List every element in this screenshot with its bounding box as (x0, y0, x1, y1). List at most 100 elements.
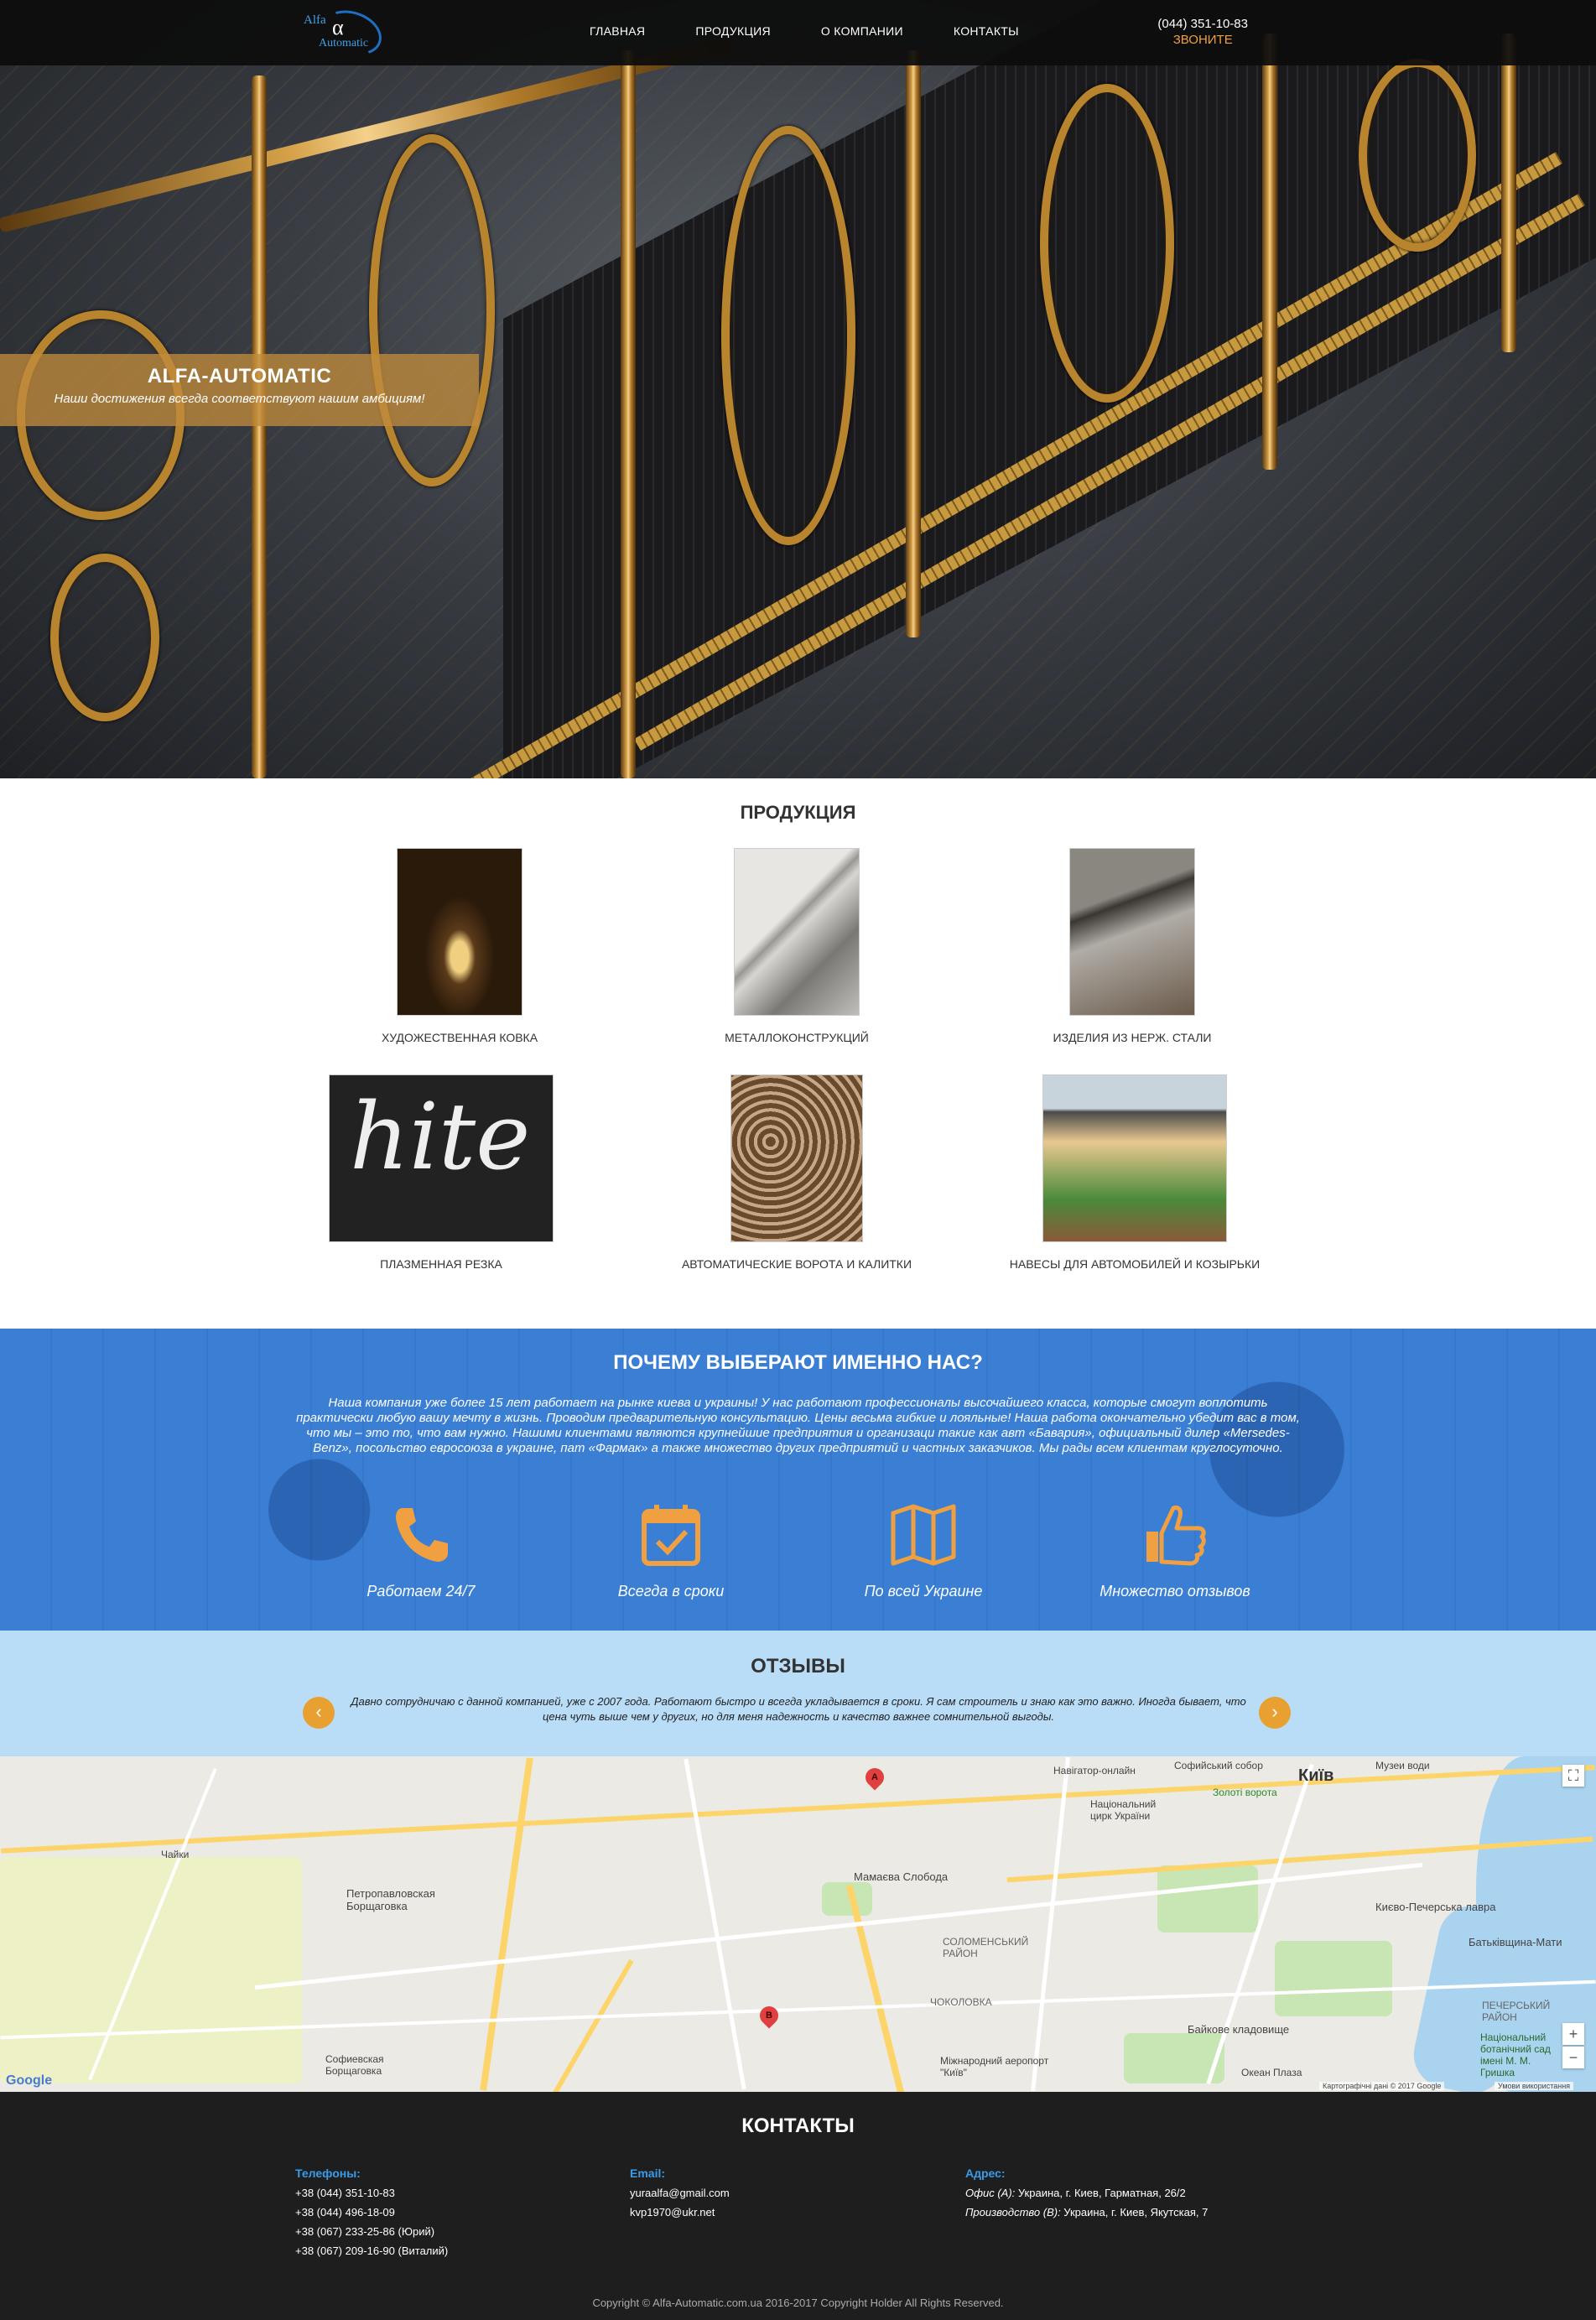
baluster (906, 50, 921, 637)
address-b-label: Производство (В): (965, 2206, 1061, 2219)
map-zoom-out-button[interactable]: − (1562, 2047, 1584, 2068)
site-header: Alfa α Automatic ГЛАВНАЯ ПРОДУКЦИЯ О КОМ… (0, 0, 1596, 65)
address-heading: Адрес: (965, 2167, 1006, 2180)
map-fullscreen-button[interactable]: ⛶ (1562, 1765, 1584, 1787)
baluster (252, 75, 267, 778)
map-pin-label: B (766, 2010, 772, 2021)
nav-contacts[interactable]: КОНТАКТЫ (954, 24, 1019, 38)
map-highway (480, 1757, 533, 2091)
footer-address: Адрес: Офис (А): Украина, г. Киев, Гарма… (965, 2164, 1208, 2222)
calendar-check-icon (642, 1505, 700, 1566)
feature-label: По всей Украине (864, 1583, 983, 1600)
review-text: Давно сотрудничаю с данной компанией, уж… (351, 1695, 1246, 1723)
why-us-text: Наша компания уже более 15 лет работает … (296, 1396, 1300, 1455)
feature-item: По всей Украине (831, 1503, 1016, 1600)
product-image[interactable] (397, 848, 522, 1016)
logo-text-automatic: Automatic (319, 37, 369, 49)
feature-item: Множество отзывов (1083, 1503, 1267, 1600)
map-road (1031, 1756, 1070, 2092)
map-park (1275, 1941, 1392, 2016)
feature-item: Работаем 24/7 (329, 1503, 513, 1600)
hero-banner: ALFA-AUTOMATIC Наши достижения всегда со… (0, 0, 1596, 778)
map-highway (545, 1958, 634, 2092)
map-label: Батьківщина-Мати (1469, 1936, 1562, 1948)
map-label: Софийський собор (1174, 1760, 1263, 1771)
feature-label: Всегда в сроки (617, 1583, 725, 1600)
product-image[interactable] (734, 848, 860, 1016)
nav-about[interactable]: О КОМПАНИИ (821, 24, 903, 38)
map-label: Міжнародний аеропорт "Київ" (940, 2055, 1049, 2078)
phone-line[interactable]: +38 (044) 496-18-09 (295, 2203, 448, 2222)
phone-line[interactable]: +38 (067) 209-16-90 (Виталий) (295, 2241, 448, 2260)
map-label: Чайки (161, 1849, 190, 1860)
map-label: Навігатор-онлайн (1053, 1765, 1136, 1776)
product-label[interactable]: ХУДОЖЕСТВЕННАЯ КОВКА (334, 1031, 585, 1044)
product-image[interactable] (1069, 848, 1195, 1016)
header-phone[interactable]: (044) 351-10-83 ЗВОНИТЕ (1157, 17, 1248, 47)
footer-phones: Телефоны: +38 (044) 351-10-83 +38 (044) … (295, 2164, 448, 2260)
map-highway (1, 1765, 1595, 1854)
phone-number[interactable]: (044) 351-10-83 (1157, 17, 1248, 31)
product-card[interactable]: НАВЕСЫ ДЛЯ АВТОМОБИЛЕЙ И КОЗЫРЬКИ (1009, 1074, 1261, 1271)
ornament-scroll (50, 554, 159, 721)
phone-line[interactable]: +38 (044) 351-10-83 (295, 2183, 448, 2203)
nav-home[interactable]: ГЛАВНАЯ (590, 24, 645, 38)
products-section: ПРОДУКЦИЯ ХУДОЖЕСТВЕННАЯ КОВКА МЕТАЛЛОКО… (0, 778, 1596, 1329)
map-label: Океан Плаза (1241, 2067, 1302, 2078)
hero-subtitle: Наши достижения всегда соответствуют наш… (54, 392, 425, 406)
reviews-prev-button[interactable]: ‹ (303, 1697, 335, 1729)
map-pin-label: A (871, 1772, 878, 1782)
baluster (621, 50, 636, 778)
products-title: ПРОДУКЦИЯ (740, 802, 856, 823)
product-label[interactable]: НАВЕСЫ ДЛЯ АВТОМОБИЛЕЙ И КОЗЫРЬКИ (1009, 1257, 1261, 1271)
main-nav: ГЛАВНАЯ ПРОДУКЦИЯ О КОМПАНИИ КОНТАКТЫ (590, 24, 1069, 38)
ornament-scroll (1040, 84, 1174, 403)
address-line-b: Производство (В): Украина, г. Киев, Якут… (965, 2203, 1208, 2222)
product-card[interactable]: МЕТАЛЛОКОНСТРУКЦИЙ (671, 848, 923, 1044)
footer: КОНТАКТЫ Телефоны: +38 (044) 351-10-83 +… (0, 2092, 1596, 2320)
ornament-scroll (721, 126, 855, 545)
nav-products[interactable]: ПРОДУКЦИЯ (695, 24, 771, 38)
baluster (1501, 34, 1516, 352)
call-label[interactable]: ЗВОНИТЕ (1157, 33, 1248, 47)
product-card[interactable]: hite ПЛАЗМЕННАЯ РЕЗКА (315, 1074, 567, 1271)
email-link[interactable]: kvp1970@ukr.net (630, 2203, 730, 2222)
product-label[interactable]: ПЛАЗМЕННАЯ РЕЗКА (315, 1257, 567, 1271)
map-terms-link[interactable]: Умови використання (1495, 2082, 1574, 2090)
map-area (0, 1857, 302, 2083)
logo[interactable]: Alfa α Automatic (302, 3, 388, 63)
product-label[interactable]: АВТОМАТИЧЕСКИЕ ВОРОТА И КАЛИТКИ (671, 1257, 923, 1271)
ornament-scroll (369, 134, 495, 486)
hero-badge: ALFA-AUTOMATIC Наши достижения всегда со… (0, 354, 479, 426)
feature-label: Работаем 24/7 (367, 1583, 476, 1600)
google-map[interactable]: Київ Навігатор-онлайн Софийський собор М… (0, 1756, 1596, 2092)
map-label: Національний ботанічний сад імені М. М. … (1480, 2031, 1551, 2078)
google-logo: Google (6, 2073, 53, 2088)
email-heading: Email: (630, 2167, 666, 2180)
logo-text-alfa: Alfa (304, 13, 326, 27)
logo-swoosh (316, 3, 388, 63)
product-card[interactable]: ХУДОЖЕСТВЕННАЯ КОВКА (334, 848, 585, 1044)
phone-line[interactable]: +38 (067) 233-25-86 (Юрий) (295, 2222, 448, 2241)
map-label: Байкове кладовище (1188, 2023, 1290, 2036)
product-image[interactable] (730, 1074, 863, 1242)
product-image[interactable]: hite (329, 1074, 554, 1242)
map-zoom-in-button[interactable]: + (1562, 2023, 1584, 2045)
map-pin-a[interactable]: A (861, 1764, 888, 1791)
product-image-text: hite (350, 1083, 531, 1190)
baluster (1262, 34, 1277, 470)
map-pin-b[interactable]: B (756, 2002, 782, 2029)
product-card[interactable]: АВТОМАТИЧЕСКИЕ ВОРОТА И КАЛИТКИ (671, 1074, 923, 1271)
product-label[interactable]: ИЗДЕЛИЯ ИЗ НЕРЖ. СТАЛИ (1006, 1031, 1258, 1044)
email-link[interactable]: yuraalfa@gmail.com (630, 2183, 730, 2203)
footer-emails: Email: yuraalfa@gmail.com kvp1970@ukr.ne… (630, 2164, 730, 2222)
hero-title: ALFA-AUTOMATIC (147, 365, 332, 388)
reviews-next-button[interactable]: › (1259, 1697, 1291, 1729)
product-image[interactable] (1042, 1074, 1227, 1242)
product-card[interactable]: ИЗДЕЛИЯ ИЗ НЕРЖ. СТАЛИ (1006, 848, 1258, 1044)
map-label: Петропавловская Борщаговка (346, 1887, 435, 1912)
map-label: Золоті ворота (1213, 1787, 1277, 1798)
map-label: Мамаєва Слобода (854, 1870, 949, 1883)
map-label: Музеи води (1375, 1760, 1430, 1771)
product-label[interactable]: МЕТАЛЛОКОНСТРУКЦИЙ (671, 1031, 923, 1044)
